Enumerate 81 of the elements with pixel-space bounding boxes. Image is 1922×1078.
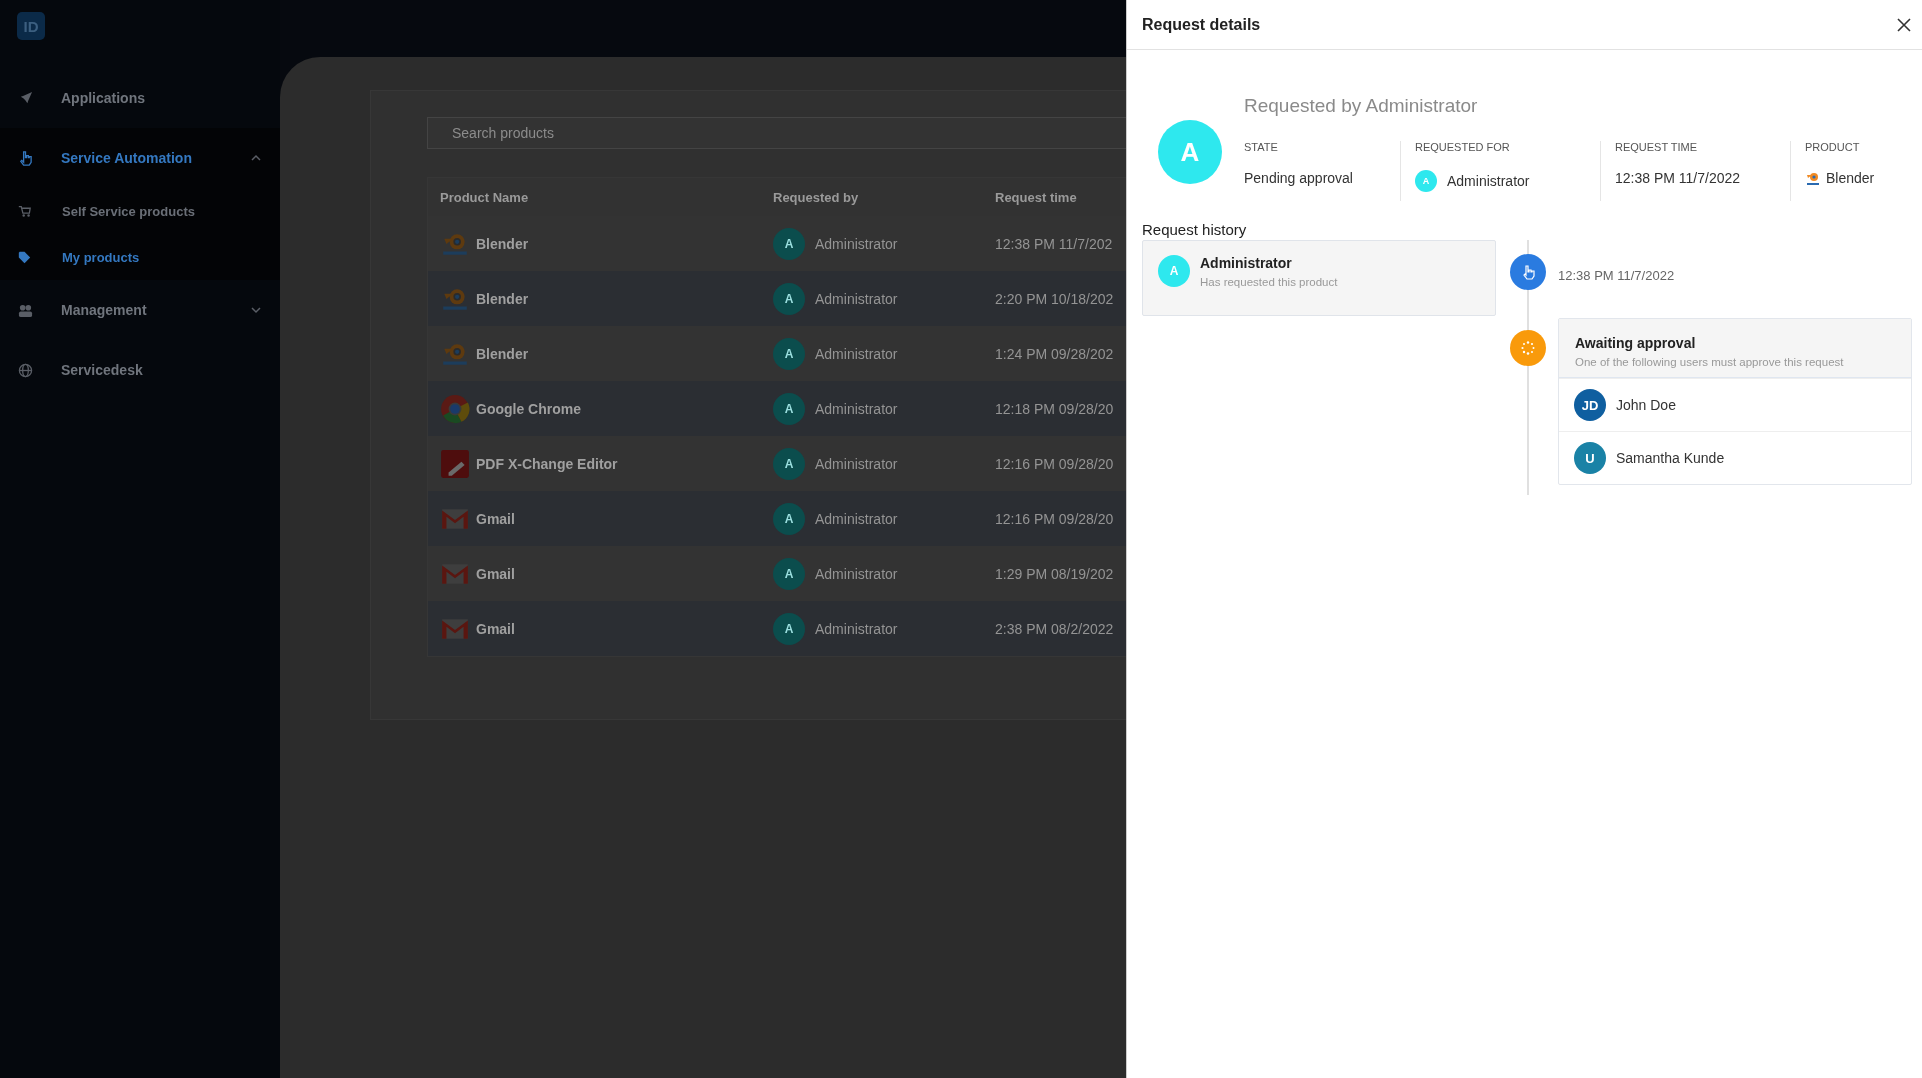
field-value: 12:38 PM 11/7/2022 <box>1615 170 1741 186</box>
field-value: Administrator <box>1447 173 1530 189</box>
request-time: 2:20 PM 10/18/202 <box>995 290 1114 307</box>
product-name: Google Chrome <box>476 400 581 417</box>
app-icon <box>1805 170 1821 186</box>
product-name: Gmail <box>476 620 515 637</box>
hand-icon <box>18 150 33 166</box>
field-value: Blender <box>1826 170 1875 186</box>
requester-name: Administrator <box>815 400 898 417</box>
requester-avatar: A <box>1158 120 1222 184</box>
user-avatar: A <box>773 337 805 370</box>
column-header: Product Name <box>439 189 530 205</box>
user-avatar: A <box>773 227 805 260</box>
requester-name: Administrator <box>815 455 898 472</box>
panel-title: Request details <box>1142 15 1261 34</box>
table-row[interactable]: Blender A Administrator 2:20 PM 10/18/202 <box>428 271 1126 326</box>
user-avatar: A <box>773 612 805 645</box>
user-name: Samantha Kunde <box>1616 450 1725 466</box>
event-time: 12:38 PM 11/7/2022 <box>1558 268 1675 283</box>
field-label: STATE <box>1244 141 1279 153</box>
field-label: REQUESTED FOR <box>1415 141 1511 153</box>
requester-name: Administrator <box>815 235 898 252</box>
sidebar-item[interactable]: Management <box>0 280 280 340</box>
table-row[interactable]: Google Chrome A Administrator 12:18 PM 09/28/20 <box>428 381 1126 436</box>
pending-icon <box>1510 330 1546 366</box>
request-time: 12:16 PM 09/28/20 <box>995 455 1114 472</box>
request-heading: Requested by Administrator <box>1244 95 1479 117</box>
requester-name: Administrator <box>815 345 898 362</box>
user-avatar: A <box>1158 255 1190 287</box>
request-time: 12:18 PM 09/28/20 <box>995 400 1114 417</box>
user-avatar: A <box>773 557 805 590</box>
approval-title: Awaiting approval <box>1575 335 1697 351</box>
user-avatar: A <box>773 502 805 535</box>
requester-name: Administrator <box>815 620 898 637</box>
cart-icon <box>18 204 31 218</box>
pointer-icon <box>1510 254 1546 290</box>
request-time: 2:38 PM 08/2/2022 <box>995 620 1114 637</box>
logo: ID <box>17 12 45 40</box>
request-time: 12:38 PM 11/7/202 <box>995 235 1113 252</box>
field-label: REQUEST TIME <box>1615 141 1699 153</box>
product-name: Blender <box>476 345 529 362</box>
user-name: Administrator <box>1200 255 1293 271</box>
user-avatar: JD <box>1574 389 1606 421</box>
users-icon <box>18 302 33 318</box>
sidebar-item[interactable]: Service Automation <box>0 128 280 188</box>
user-avatar: A <box>773 282 805 315</box>
event-note: Has requested this product <box>1200 276 1338 288</box>
column-header: Request time <box>994 189 1078 205</box>
table-row[interactable]: Gmail A Administrator 2:38 PM 08/2/2022 <box>428 601 1126 656</box>
user-avatar: A <box>1415 170 1437 192</box>
browser-icon <box>440 393 470 424</box>
product-name: Blender <box>476 235 529 252</box>
product-name: Blender <box>476 290 529 307</box>
sidebar-item[interactable]: Servicedesk <box>0 340 280 400</box>
product-name: Gmail <box>476 565 515 582</box>
requester-name: Administrator <box>815 510 898 527</box>
search-field[interactable]: Search products <box>427 117 1126 149</box>
request-time: 12:16 PM 09/28/20 <box>995 510 1114 527</box>
sidebar-subitem[interactable]: Self Service products <box>0 188 280 234</box>
field-value: Pending approval <box>1244 170 1353 186</box>
sidebar-subitem[interactable]: My products <box>0 234 280 280</box>
requester-name: Administrator <box>815 290 898 307</box>
user-name: John Doe <box>1616 397 1676 413</box>
product-name: Gmail <box>476 510 515 527</box>
globe-icon <box>18 362 33 378</box>
approval-note: One of the following users must approve this request <box>1575 356 1845 368</box>
request-time: 1:24 PM 09/28/202 <box>995 345 1114 362</box>
document-icon <box>440 448 470 479</box>
tag-icon <box>18 250 31 264</box>
product-name: PDF X-Change Editor <box>476 455 618 472</box>
close-icon[interactable] <box>1896 16 1912 33</box>
section-title: Request history <box>1141 220 1248 238</box>
requester-name: Administrator <box>815 565 898 582</box>
user-avatar: A <box>773 447 805 480</box>
sidebar-item[interactable]: Applications <box>0 68 280 128</box>
request-time: 1:29 PM 08/19/202 <box>995 565 1114 582</box>
table-row[interactable]: Gmail A Administrator 12:16 PM 09/28/20 <box>428 491 1126 546</box>
user-avatar: U <box>1574 442 1606 474</box>
user-avatar: A <box>773 392 805 425</box>
field-label: PRODUCT <box>1805 141 1861 153</box>
column-header: Requested by <box>772 189 860 205</box>
